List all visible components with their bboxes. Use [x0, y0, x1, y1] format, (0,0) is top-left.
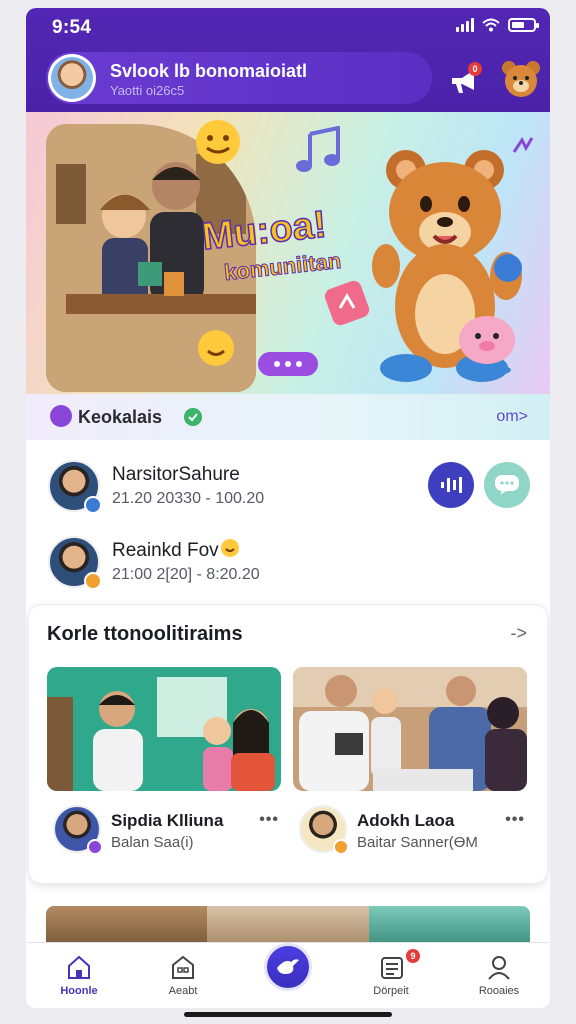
community-card[interactable]: Sipdia Klliuna Balan Saa(i) ••• — [47, 667, 281, 855]
panel-more-link[interactable]: -> — [510, 623, 527, 644]
building-icon — [172, 955, 194, 979]
smiley-sticker-icon — [196, 120, 240, 164]
tab-badge: 9 — [406, 949, 420, 963]
list-item[interactable]: NarsitorSahure 21.20 20330 - 100.20 — [26, 454, 550, 524]
tab-profile[interactable]: Rooaies — [464, 953, 534, 997]
card-photo — [47, 667, 281, 791]
list-item-time: 21:00 2[20] - 8:20.20 — [112, 566, 260, 583]
card-photo — [293, 667, 527, 791]
content-preview-strip[interactable] — [46, 906, 530, 946]
music-note-icon — [296, 126, 340, 172]
card-subtitle: Balan Saa(i) — [111, 834, 194, 851]
tab-label: Rooaies — [478, 985, 520, 997]
promo-banner[interactable]: Mu:oa! komuniitan — [26, 112, 550, 394]
header-title: Svlook lb bonomaioiatl — [110, 61, 308, 81]
card-name: Adokh Laoa — [357, 811, 455, 830]
top-bar: 9:54 Svlook lb bonomaioiatl Yaotti oi26c… — [26, 8, 550, 112]
home-indicator[interactable] — [184, 1012, 392, 1017]
status-badge-icon — [87, 839, 103, 855]
pink-tag-icon — [324, 280, 370, 326]
signal-icon — [456, 18, 474, 32]
bottom-tab-bar: Hoonle Aeabt Dörpeit 9 Rooaies — [26, 942, 550, 1008]
smile-emoji-icon — [221, 539, 239, 557]
more-options-icon[interactable]: ••• — [505, 811, 525, 829]
card-name: Sipdia Klliuna — [111, 811, 224, 830]
tab-home[interactable]: Hoonle — [44, 953, 114, 997]
community-card[interactable]: Adokh Laoa Baitar Sanner(ӨM ••• — [293, 667, 527, 855]
list-item[interactable]: Reainkd Fov 21:00 2[20] - 8:20.20 — [26, 530, 550, 600]
pink-plush-icon — [459, 316, 515, 376]
battery-icon — [508, 18, 539, 32]
more-options-icon[interactable]: ••• — [259, 811, 279, 829]
tab-label: Aeabt — [168, 985, 198, 997]
status-badge-icon — [84, 572, 102, 590]
category-row[interactable]: Keokalais om> — [26, 394, 550, 440]
profile-icon — [488, 956, 510, 980]
tab-label: Hoonle — [60, 985, 98, 997]
header-subtitle: Yaotti oi26c5 — [110, 83, 185, 98]
header-profile-pill[interactable]: Svlook lb bonomaioiatl Yaotti oi26c5 — [46, 52, 432, 104]
wifi-icon — [482, 18, 500, 32]
audio-wave-icon — [441, 477, 462, 493]
sticker-smile-icon — [198, 330, 234, 366]
community-panel: Korle ttonoolitiraims -> Sipdia Klliuna … — [28, 604, 548, 884]
list-item-time: 21.20 20330 - 100.20 — [112, 490, 265, 507]
document-icon — [381, 957, 403, 979]
notification-badge: 0 — [468, 62, 482, 76]
status-icons — [456, 18, 539, 32]
tab-about[interactable]: Aeabt — [148, 953, 218, 997]
card-subtitle: Baitar Sanner(ӨM — [357, 834, 478, 851]
verified-check-icon — [184, 408, 202, 426]
list-item-name: NarsitorSahure — [112, 464, 240, 485]
phone-screen: 9:54 Svlook lb bonomaioiatl Yaotti oi26c… — [26, 8, 550, 1008]
audio-button[interactable] — [428, 462, 474, 508]
status-time: 9:54 — [52, 17, 92, 38]
avatar[interactable] — [48, 54, 96, 102]
center-action-button[interactable] — [264, 943, 312, 991]
dove-icon — [277, 959, 299, 974]
list-item-name: Reainkd Fov — [112, 540, 219, 561]
category-icon — [50, 405, 72, 427]
category-label: Keokalais — [78, 407, 163, 427]
bear-mascot-icon[interactable] — [500, 58, 542, 100]
category-more-link[interactable]: om> — [496, 408, 528, 426]
panel-title: Korle ttonoolitiraims — [47, 623, 243, 645]
home-icon — [68, 955, 90, 979]
tab-label: Dörpeit — [373, 985, 409, 997]
more-dots-button[interactable] — [258, 352, 318, 376]
status-badge-icon — [333, 839, 349, 855]
chat-button[interactable] — [484, 462, 530, 508]
chat-bubble-icon — [495, 475, 519, 495]
verified-badge-icon — [84, 496, 102, 514]
